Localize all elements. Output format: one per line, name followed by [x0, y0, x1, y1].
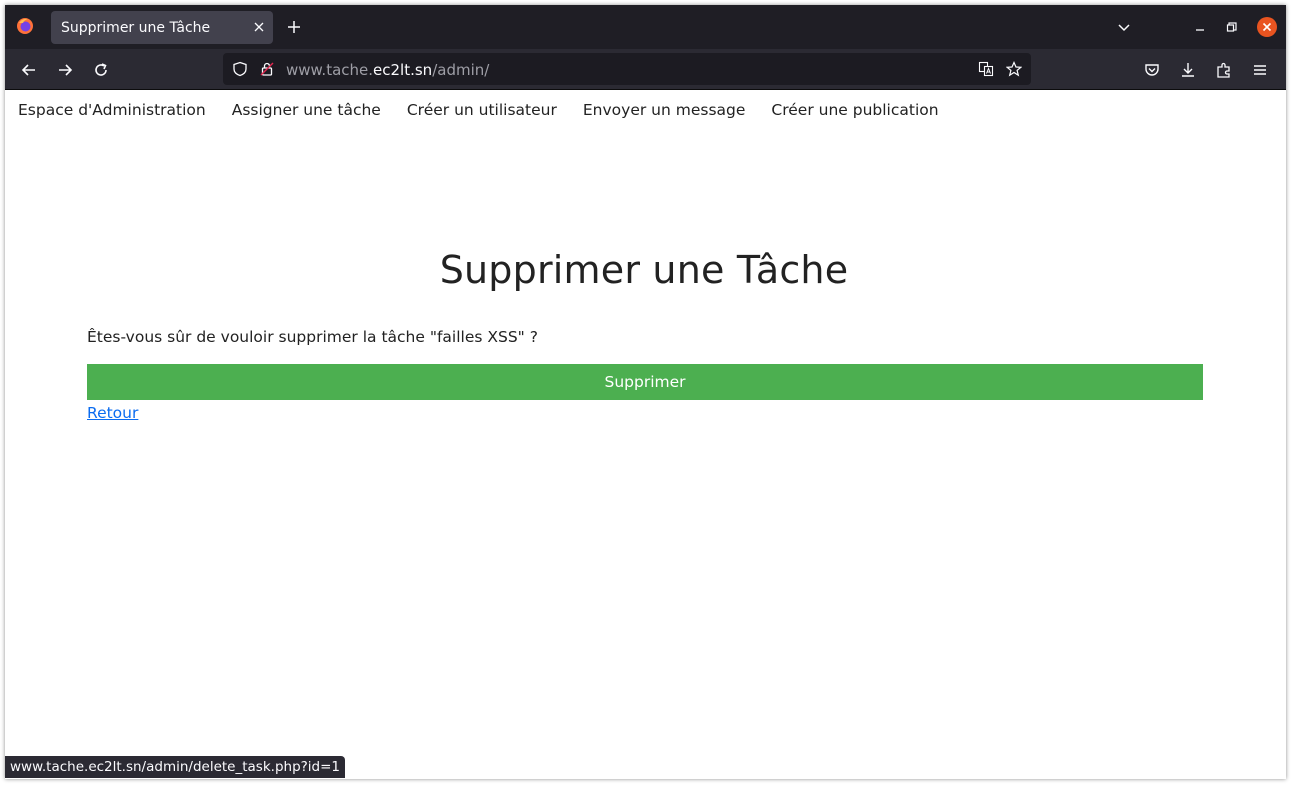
page-title: Supprimer une Tâche	[439, 248, 849, 292]
chevron-down-icon[interactable]	[1117, 20, 1131, 34]
tab-active[interactable]: Supprimer une Tâche	[51, 11, 273, 44]
lock-icon[interactable]	[259, 61, 275, 77]
star-icon[interactable]	[1006, 61, 1022, 77]
url-host: ec2lt.sn	[373, 61, 433, 79]
tab-title: Supprimer une Tâche	[61, 20, 211, 36]
confirmation-message: Êtes-vous sûr de vouloir supprimer la tâ…	[87, 328, 538, 346]
close-icon[interactable]	[251, 19, 267, 35]
hamburger-menu-icon[interactable]	[1251, 61, 1269, 79]
download-icon[interactable]	[1179, 61, 1197, 79]
back-link[interactable]: Retour	[87, 404, 138, 422]
translate-icon[interactable]	[978, 61, 994, 77]
delete-button[interactable]: Supprimer	[87, 364, 1203, 400]
status-bar-url: www.tache.ec2lt.sn/admin/delete_task.php…	[5, 756, 346, 778]
puzzle-icon[interactable]	[1215, 61, 1233, 79]
restore-icon[interactable]	[1225, 20, 1239, 34]
minimize-icon[interactable]	[1193, 20, 1207, 34]
reload-icon[interactable]	[92, 61, 110, 79]
url-prefix: www.tache.	[286, 61, 374, 79]
tab-bar: Supprimer une Tâche	[5, 5, 1286, 49]
page-content: Espace d'Administration Assigner une tâch…	[5, 90, 1286, 779]
plus-icon[interactable]	[286, 19, 302, 35]
arrow-right-icon[interactable]	[56, 61, 74, 79]
navigation-toolbar: www.tache.ec2lt.sn/admin/	[5, 49, 1286, 90]
pocket-icon[interactable]	[1143, 61, 1161, 79]
shield-icon[interactable]	[232, 61, 248, 77]
browser-window: Supprimer une Tâche www.tache.ec2lt.sn/a…	[5, 5, 1286, 779]
window-close-button[interactable]	[1257, 17, 1277, 37]
menu-item-espace-administration[interactable]: Espace d'Administration	[18, 101, 206, 119]
admin-menu: Espace d'Administration Assigner une tâch…	[18, 100, 965, 119]
menu-item-creer-publication[interactable]: Créer une publication	[771, 101, 938, 119]
url-bar[interactable]: www.tache.ec2lt.sn/admin/	[223, 53, 1031, 85]
menu-item-assigner-tache[interactable]: Assigner une tâche	[232, 101, 381, 119]
url-path: /admin/	[432, 61, 490, 79]
menu-item-envoyer-message[interactable]: Envoyer un message	[583, 101, 746, 119]
firefox-logo-icon[interactable]	[16, 17, 34, 35]
close-icon	[1262, 22, 1272, 32]
url-text[interactable]: www.tache.ec2lt.sn/admin/	[286, 61, 489, 79]
menu-item-creer-utilisateur[interactable]: Créer un utilisateur	[407, 101, 557, 119]
arrow-left-icon[interactable]	[20, 61, 38, 79]
